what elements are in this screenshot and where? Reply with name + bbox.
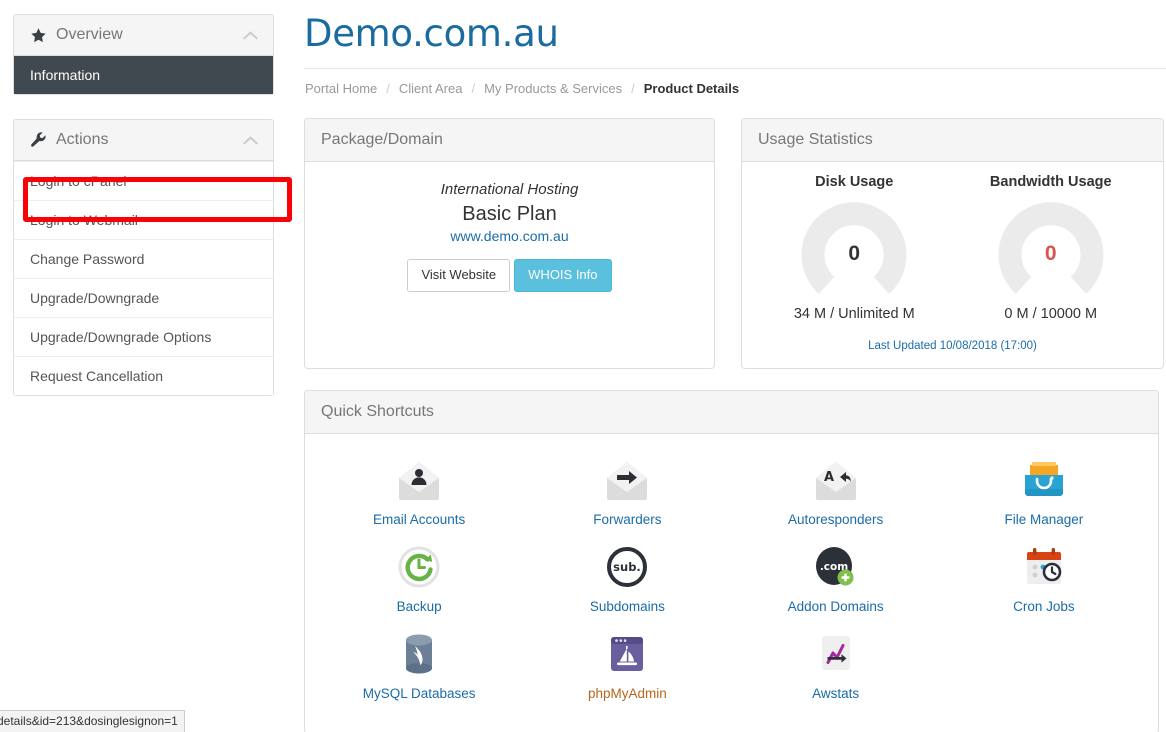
breadcrumb-item-portal-home[interactable]: Portal Home	[305, 81, 377, 96]
usage-statistics-card: Usage Statistics Disk Usage 0 34 M / Unl…	[741, 118, 1164, 369]
shortcut-forwarders[interactable]: Forwarders	[523, 450, 731, 537]
breadcrumb-separator: /	[631, 81, 635, 96]
svg-text:sub.: sub.	[614, 560, 642, 574]
sidebar-panel-actions: Actions Login to cPanel Login to Webmail…	[13, 119, 274, 396]
shortcut-label: Email Accounts	[372, 512, 466, 527]
status-bar-url-text: details&id=213&dosinglesignon=1	[0, 714, 178, 728]
shortcut-label: Subdomains	[589, 599, 665, 614]
usage-last-updated[interactable]: Last Updated 10/08/2018 (17:00)	[756, 340, 1149, 352]
shortcut-label: Backup	[396, 599, 442, 614]
chevron-up-icon[interactable]	[242, 30, 259, 41]
awstats-icon	[815, 630, 857, 678]
shortcut-email-accounts[interactable]: Email Accounts	[315, 450, 523, 537]
subdomains-icon: sub.	[604, 543, 650, 591]
shortcut-label: Cron Jobs	[1013, 599, 1075, 614]
sidebar-item-information[interactable]: Information	[14, 56, 273, 94]
shortcut-label: Addon Domains	[787, 599, 884, 614]
quick-shortcuts-card: Quick Shortcuts Email Accounts Forwarder…	[304, 390, 1159, 732]
disk-usage-value: 0	[848, 242, 861, 265]
shortcut-label: phpMyAdmin	[587, 686, 667, 701]
sidebar-item-change-password[interactable]: Change Password	[14, 239, 273, 278]
bandwidth-usage-gauge-column: Bandwidth Usage 0 0 M / 10000 M	[953, 174, 1150, 322]
main-content: Demo.com.au Portal Home / Client Area / …	[304, 0, 1166, 732]
svg-text:A: A	[824, 470, 834, 485]
cron-jobs-icon	[1022, 543, 1066, 591]
quick-shortcuts-card-body: Email Accounts Forwarders A Autoresponde…	[305, 434, 1158, 732]
package-domain-card: Package/Domain International Hosting Bas…	[304, 118, 715, 369]
email-accounts-icon	[395, 456, 443, 504]
quick-shortcuts-grid: Email Accounts Forwarders A Autoresponde…	[315, 450, 1148, 711]
usage-gauges: Disk Usage 0 34 M / Unlimited M Bandwidt…	[756, 174, 1149, 322]
package-domain-card-body: International Hosting Basic Plan www.dem…	[305, 162, 714, 314]
shortcut-phpmyadmin[interactable]: phpMyAdmin	[523, 624, 731, 711]
file-manager-icon	[1021, 456, 1067, 504]
disk-usage-caption: 34 M / Unlimited M	[793, 306, 915, 322]
phpmyadmin-icon	[605, 630, 649, 678]
mysql-databases-icon	[398, 630, 440, 678]
chevron-up-icon[interactable]	[242, 135, 259, 146]
breadcrumb-item-client-area[interactable]: Client Area	[399, 81, 463, 96]
package-domain-card-heading: Package/Domain	[305, 119, 714, 162]
shortcut-label: File Manager	[1004, 512, 1084, 527]
bandwidth-usage-caption: 0 M / 10000 M	[1004, 306, 1098, 322]
status-bar-url: details&id=213&dosinglesignon=1	[0, 710, 185, 732]
star-icon	[30, 27, 47, 44]
sidebar-actions-header[interactable]: Actions	[14, 120, 273, 161]
shortcut-addon-domains[interactable]: .com Addon Domains	[732, 537, 940, 624]
shortcut-label: MySQL Databases	[362, 686, 476, 701]
disk-usage-title: Disk Usage	[815, 174, 894, 190]
product-details-page: Overview Information Actions Login to cP…	[0, 0, 1166, 732]
sidebar-overview-title: Overview	[56, 26, 123, 43]
product-name: Basic Plan	[462, 203, 557, 226]
sidebar-panel-overview: Overview Information	[13, 14, 274, 95]
package-action-buttons: Visit Website WHOIS Info	[321, 259, 698, 293]
shortcut-cron-jobs[interactable]: Cron Jobs	[940, 537, 1148, 624]
sidebar-item-login-to-cpanel[interactable]: Login to cPanel	[14, 161, 273, 200]
shortcut-backup[interactable]: Backup	[315, 537, 523, 624]
visit-website-button[interactable]: Visit Website	[407, 259, 511, 293]
bandwidth-usage-gauge: 0	[995, 200, 1107, 298]
shortcut-mysql-databases[interactable]: MySQL Databases	[315, 624, 523, 711]
breadcrumb-separator: /	[386, 81, 390, 96]
quick-shortcuts-card-heading: Quick Shortcuts	[305, 391, 1158, 434]
product-domain-link[interactable]: www.demo.com.au	[450, 228, 568, 244]
disk-usage-gauge-column: Disk Usage 0 34 M / Unlimited M	[756, 174, 953, 322]
shortcut-label: Forwarders	[593, 512, 662, 527]
disk-usage-gauge: 0	[798, 200, 910, 298]
whois-info-button[interactable]: WHOIS Info	[514, 259, 612, 293]
wrench-icon	[30, 131, 47, 149]
breadcrumb-separator: /	[471, 81, 476, 96]
sidebar: Overview Information Actions Login to cP…	[13, 14, 292, 420]
shortcut-subdomains[interactable]: sub. Subdomains	[523, 537, 731, 624]
sidebar-actions-title: Actions	[56, 131, 109, 148]
shortcut-autoresponders[interactable]: A Autoresponders	[732, 450, 940, 537]
top-cards-row: Package/Domain International Hosting Bas…	[304, 118, 1166, 369]
addon-domains-icon: .com	[812, 543, 860, 591]
sidebar-item-request-cancellation[interactable]: Request Cancellation	[14, 356, 273, 395]
shortcut-label: Awstats	[812, 686, 860, 701]
page-title: Demo.com.au	[304, 12, 559, 55]
breadcrumb-item-product-details: Product Details	[643, 81, 740, 96]
sidebar-overview-header[interactable]: Overview	[14, 15, 273, 56]
shortcut-file-manager[interactable]: File Manager	[940, 450, 1148, 537]
shortcut-awstats[interactable]: Awstats	[732, 624, 940, 711]
product-group-name: International Hosting	[440, 181, 579, 198]
bandwidth-usage-title: Bandwidth Usage	[989, 174, 1112, 190]
usage-statistics-card-heading: Usage Statistics	[742, 119, 1163, 162]
backup-icon	[396, 543, 442, 591]
autoresponders-icon: A	[812, 456, 860, 504]
sidebar-item-upgrade-downgrade[interactable]: Upgrade/Downgrade	[14, 278, 273, 317]
breadcrumb-item-my-products-services[interactable]: My Products & Services	[484, 81, 622, 96]
usage-statistics-card-body: Disk Usage 0 34 M / Unlimited M Bandwidt…	[742, 162, 1163, 368]
sidebar-item-upgrade-downgrade-options[interactable]: Upgrade/Downgrade Options	[14, 317, 273, 356]
sidebar-item-login-to-webmail[interactable]: Login to Webmail	[14, 200, 273, 239]
bandwidth-usage-value: 0	[1044, 242, 1057, 265]
forwarders-icon	[603, 456, 651, 504]
breadcrumb: Portal Home / Client Area / My Products …	[304, 68, 1166, 96]
shortcut-label: Autoresponders	[787, 512, 884, 527]
